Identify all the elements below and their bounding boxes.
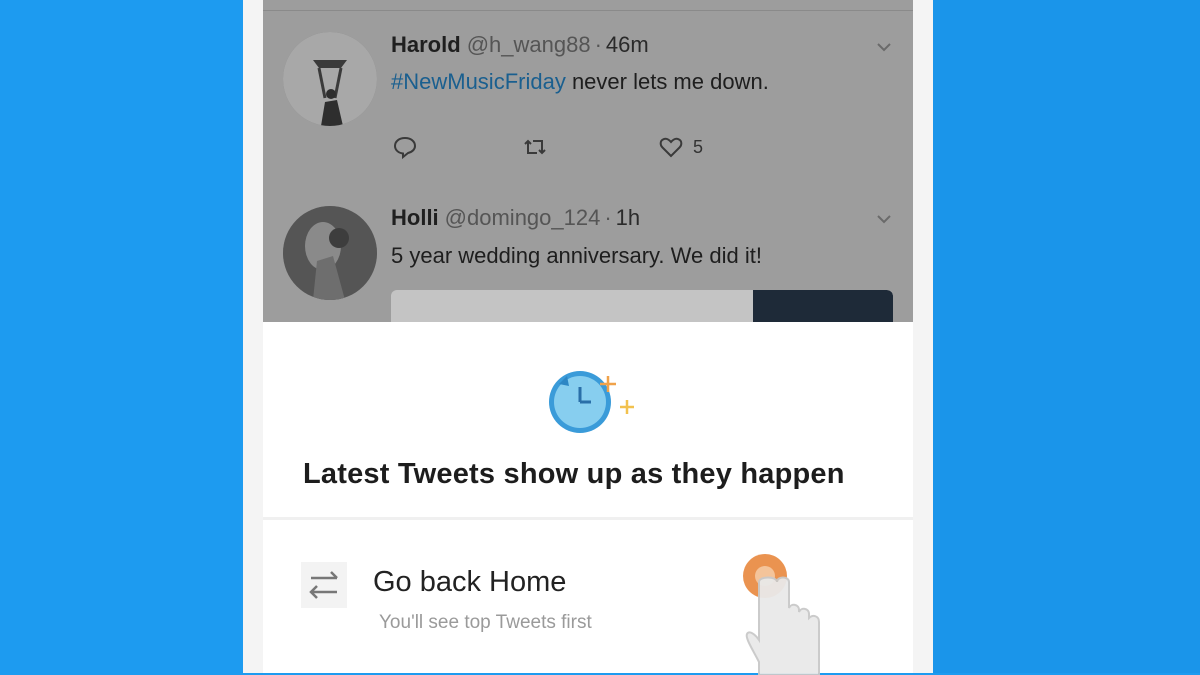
option-icon-box xyxy=(301,562,347,608)
tweet-time: 46m xyxy=(605,32,649,57)
tweet-handle: @h_wang88 xyxy=(466,32,591,57)
retweet-button[interactable] xyxy=(521,133,549,161)
phone-bezel-right xyxy=(913,0,933,673)
tap-hand-icon xyxy=(743,554,820,675)
tweet-separator: · xyxy=(604,205,612,230)
tweet-text: #NewMusicFriday never lets me down. xyxy=(391,69,769,95)
option-label[interactable]: Go back Home xyxy=(373,566,566,599)
avatar[interactable] xyxy=(283,32,377,126)
sheet-title: Latest Tweets show up as they happen xyxy=(303,458,845,490)
tweet-handle: @domingo_124 xyxy=(444,205,601,230)
clock-icon xyxy=(549,371,634,433)
tweet-text-body: never lets me down. xyxy=(565,69,769,94)
media-image-segment xyxy=(753,290,893,322)
background-right xyxy=(930,0,1200,673)
tweet-author-name[interactable]: Harold xyxy=(391,32,461,57)
tweet-actions: 5 xyxy=(391,133,791,163)
tweet-author-name[interactable]: Holli xyxy=(391,205,439,230)
like-count: 5 xyxy=(693,136,704,157)
tweet-header: Holli @domingo_124 · 1h xyxy=(391,205,640,231)
tweet-header: Harold @h_wang88 · 46m xyxy=(391,32,649,58)
tweet-time: 1h xyxy=(615,205,641,230)
tweet-media[interactable] xyxy=(391,290,893,322)
tweet-text: 5 year wedding anniversary. We did it! xyxy=(391,243,762,268)
retweet-icon xyxy=(524,139,546,155)
swap-arrows-icon xyxy=(309,571,338,599)
tweet-separator: · xyxy=(594,32,602,57)
chevron-down-icon[interactable] xyxy=(873,208,895,230)
reply-icon xyxy=(393,136,417,160)
like-icon xyxy=(659,137,683,158)
phone-bezel-left xyxy=(243,0,263,673)
like-button[interactable]: 5 xyxy=(657,133,703,161)
reply-button[interactable] xyxy=(391,133,419,161)
divider xyxy=(263,10,913,11)
option-sublabel: You'll see top Tweets first xyxy=(379,612,592,633)
avatar[interactable] xyxy=(283,206,377,300)
chevron-down-icon[interactable] xyxy=(873,36,895,58)
hashtag-link[interactable]: #NewMusicFriday xyxy=(391,69,566,94)
timeline-dimmed: Harold @h_wang88 · 46m #NewMusicFriday neve… xyxy=(263,0,913,322)
